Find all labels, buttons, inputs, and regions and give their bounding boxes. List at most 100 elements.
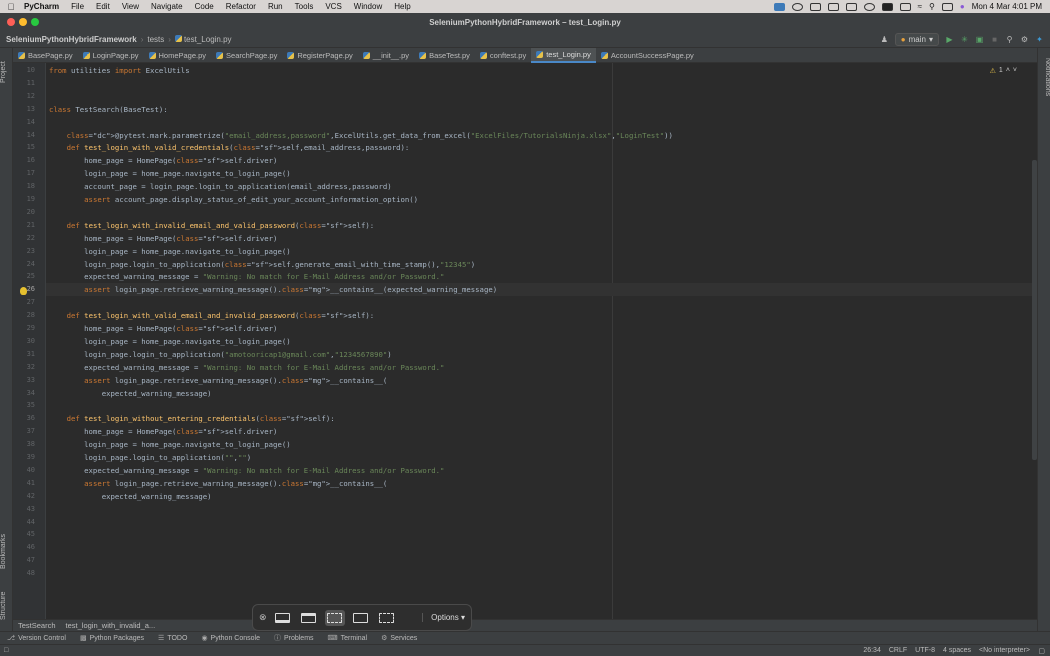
tray-app-icon[interactable] [773,2,785,11]
code-line[interactable]: def test_login_with_valid_email_and_inva… [46,309,1037,322]
tray-play-icon[interactable] [863,2,875,11]
close-window-button[interactable] [7,18,15,26]
structure-tool-button[interactable]: Structure [0,586,13,626]
minimize-window-button[interactable] [19,18,27,26]
capture-window-button[interactable] [299,610,319,626]
code-line[interactable]: expected_warning_message = "Warning: No … [46,361,1037,374]
update-icon[interactable]: ✦ [1035,35,1044,44]
lock-icon[interactable]: ▢ [1038,647,1045,655]
code-line[interactable]: login_page.login_to_application(class="s… [46,258,1037,271]
debug-icon[interactable]: ✳ [960,35,969,44]
tab-basetest-py[interactable]: BaseTest.py [414,48,475,63]
tab-searchpage-py[interactable]: SearchPage.py [211,48,282,63]
notifications-tool-button[interactable]: Notifications [1038,52,1050,102]
project-tool-button[interactable]: Project [0,52,13,92]
code-line[interactable]: account_page = login_page.login_to_appli… [46,180,1037,193]
tool-window-services[interactable]: ⚙ Services [374,634,424,643]
run-icon[interactable]: ▶ [945,35,954,44]
capture-screen-button[interactable] [273,610,293,626]
nav-file[interactable]: test_Login.py [171,34,236,44]
breadcrumb-class[interactable]: TestSearch [18,621,56,630]
code-line[interactable]: home_page = HomePage(class="sf">self.dri… [46,232,1037,245]
code-line[interactable]: home_page = HomePage(class="sf">self.dri… [46,154,1037,167]
tab-basepage-py[interactable]: BasePage.py [13,48,78,63]
close-capture-icon[interactable]: ⊗ [259,612,267,623]
code-line[interactable]: def test_login_without_entering_credenti… [46,412,1037,425]
tab-init-py[interactable]: __init__.py [358,48,414,63]
search-everywhere-icon[interactable]: ⚲ [1005,35,1014,44]
code-line[interactable]: login_page.login_to_application("","") [46,451,1037,464]
tab-loginpage-py[interactable]: LoginPage.py [78,48,144,63]
menu-tools[interactable]: Tools [289,2,320,11]
record-selection-button[interactable] [377,610,397,626]
branch-selector[interactable]: ● main ▾ [894,32,939,46]
code-line[interactable]: home_page = HomePage(class="sf">self.dri… [46,322,1037,335]
code-line[interactable] [46,528,1037,541]
code-line[interactable]: login_page = home_page.navigate_to_login… [46,167,1037,180]
tool-window-problems[interactable]: ⓘ Problems [267,633,321,643]
layout-icon[interactable]: □ [0,647,8,654]
nav-project[interactable]: SeleniumPythonHybridFramework [0,35,141,44]
code-line[interactable]: expected_warning_message) [46,387,1037,400]
menu-code[interactable]: Code [189,2,220,11]
code-line[interactable]: assert login_page.retrieve_warning_messa… [46,374,1037,387]
code-line[interactable]: def test_login_with_valid_credentials(cl… [46,141,1037,154]
capture-options-button[interactable]: Options ▾ [422,613,465,622]
line-separator[interactable]: CRLF [889,647,907,654]
wifi-icon[interactable]: ≈ [918,2,922,11]
nav-folder[interactable]: tests [143,35,168,44]
tray-keyboard-icon[interactable] [881,2,893,11]
code-line[interactable]: login_page = home_page.navigate_to_login… [46,335,1037,348]
code-line[interactable] [46,90,1037,103]
coverage-icon[interactable]: ▣ [975,35,984,44]
code-line[interactable]: class TestSearch(BaseTest): [46,103,1037,116]
menu-edit[interactable]: Edit [90,2,116,11]
code-line[interactable]: expected_warning_message) [46,490,1037,503]
menu-navigate[interactable]: Navigate [145,2,189,11]
code-line[interactable] [46,567,1037,580]
tool-window-todo[interactable]: ☰ TODO [151,634,194,643]
code-line[interactable] [46,541,1037,554]
code-line[interactable]: login_page = home_page.navigate_to_login… [46,245,1037,258]
control-center-icon[interactable] [941,2,953,11]
tool-window-version-control[interactable]: ⎇ Version Control [0,634,73,643]
code-line[interactable]: home_page = HomePage(class="sf">self.dri… [46,425,1037,438]
siri-icon[interactable]: ● [960,2,965,11]
file-encoding[interactable]: UTF-8 [915,647,935,654]
stop-icon[interactable]: ■ [990,35,999,44]
tray-battery-icon[interactable] [899,2,911,11]
code-line[interactable] [46,516,1037,529]
code-line[interactable] [46,503,1037,516]
menu-run[interactable]: Run [262,2,289,11]
tab-homepage-py[interactable]: HomePage.py [144,48,212,63]
tool-window-python-console[interactable]: ◉ Python Console [194,634,267,643]
indent-setting[interactable]: 4 spaces [943,647,971,654]
code-line[interactable]: assert login_page.retrieve_warning_messa… [46,283,1037,297]
code-line[interactable] [46,116,1037,129]
tool-window-terminal[interactable]: ⌨ Terminal [321,634,375,643]
menu-app-name[interactable]: PyCharm [22,2,65,11]
tray-grammarly-icon[interactable] [791,2,803,11]
menu-help[interactable]: Help [388,2,416,11]
editor-scrollbar[interactable] [1032,160,1037,460]
code-line[interactable] [46,554,1037,567]
tool-window-python-packages[interactable]: ▩ Python Packages [73,634,151,643]
intention-bulb-icon[interactable] [20,287,27,296]
capture-selection-button[interactable] [324,609,345,626]
code-line[interactable] [46,296,1037,309]
breadcrumb-method[interactable]: test_login_with_invalid_a... [66,621,156,630]
clock[interactable]: Mon 4 Mar 4:01 PM [972,2,1042,11]
code-line[interactable] [46,206,1037,219]
bookmarks-tool-button[interactable]: Bookmarks [0,526,13,576]
tab-registerpage-py[interactable]: RegisterPage.py [282,48,357,63]
menu-window[interactable]: Window [348,2,388,11]
code-line[interactable] [46,399,1037,412]
tab-test-login-py[interactable]: test_Login.py [531,47,596,63]
code-line[interactable]: assert login_page.retrieve_warning_messa… [46,477,1037,490]
code-line[interactable]: login_page.login_to_application("amotoor… [46,348,1037,361]
tray-word-icon[interactable] [809,2,821,11]
code-editor[interactable]: ⚠ 1 ˄ ˅ from utilities import ExcelUtils cla… [46,63,1037,619]
menu-refactor[interactable]: Refactor [220,2,262,11]
code-line[interactable]: expected_warning_message = "Warning: No … [46,270,1037,283]
code-line[interactable]: class="dc">@pytest.mark.parametrize("ema… [46,129,1037,142]
